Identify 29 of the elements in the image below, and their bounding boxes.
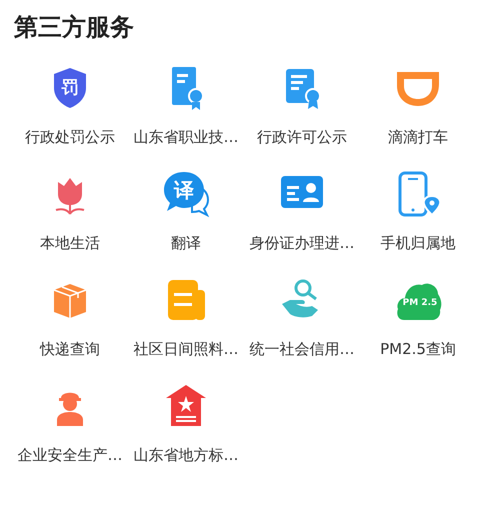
- service-label: 行政处罚公示: [25, 127, 115, 148]
- service-label: 山东省职业技…: [134, 127, 238, 148]
- service-label: 滴滴打车: [388, 127, 448, 148]
- service-label: 山东省地方标…: [134, 445, 238, 466]
- service-item[interactable]: 行政许可公示: [244, 64, 360, 148]
- service-item[interactable]: 滴滴打车: [360, 64, 476, 148]
- service-label: 翻译: [171, 233, 201, 254]
- service-label: 统一社会信用…: [250, 339, 354, 360]
- service-item[interactable]: PM 2.5 PM2.5查询: [360, 276, 476, 360]
- service-label: 身份证办理进…: [250, 233, 354, 254]
- service-label: 社区日间照料…: [134, 339, 238, 360]
- section-title: 第三方服务: [14, 12, 135, 43]
- service-label: 快递查询: [40, 339, 100, 360]
- service-label: PM2.5查询: [380, 339, 456, 360]
- service-item[interactable]: 本地生活: [12, 170, 128, 254]
- service-item[interactable]: 社区日间照料…: [128, 276, 244, 360]
- service-item[interactable]: 罚 行政处罚公示: [12, 64, 128, 148]
- service-item[interactable]: 山东省地方标…: [128, 382, 244, 466]
- service-label: 本地生活: [40, 233, 100, 254]
- service-item[interactable]: 手机归属地: [360, 170, 476, 254]
- service-item[interactable]: 山东省职业技…: [128, 64, 244, 148]
- service-label: 行政许可公示: [257, 127, 347, 148]
- service-item[interactable]: 快递查询: [12, 276, 128, 360]
- service-item[interactable]: 译 翻译: [128, 170, 244, 254]
- service-label: 企业安全生产…: [18, 445, 122, 466]
- service-item[interactable]: 企业安全生产…: [12, 382, 128, 466]
- service-item[interactable]: 统一社会信用…: [244, 276, 360, 360]
- service-item[interactable]: 身份证办理进…: [244, 170, 360, 254]
- service-label: 手机归属地: [380, 233, 456, 254]
